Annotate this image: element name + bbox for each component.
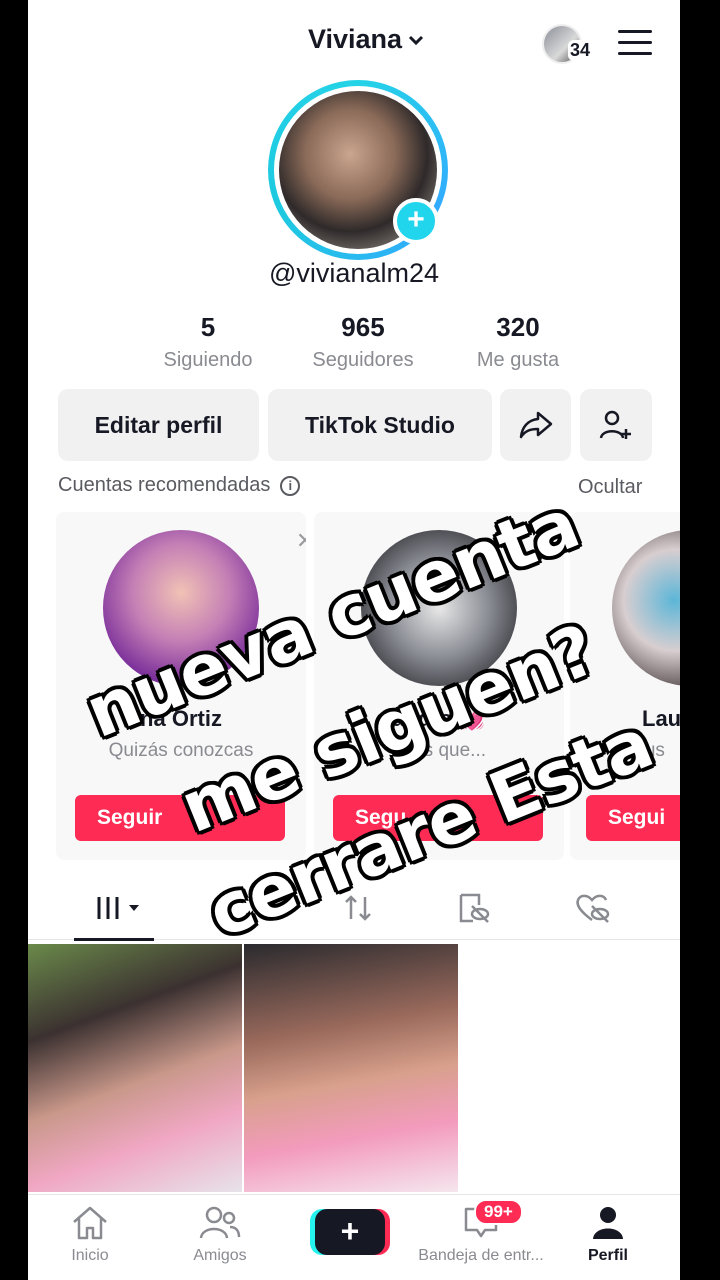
stat-value: 965 <box>341 312 385 342</box>
stat-followers[interactable]: 965 Seguidores <box>293 312 433 372</box>
stat-following[interactable]: 5 Siguiendo <box>138 312 278 372</box>
nav-label: Perfil <box>587 1247 628 1264</box>
nav-label: Inicio <box>71 1247 109 1264</box>
share-arrow-icon <box>519 411 552 439</box>
stat-label: Me gusta <box>476 349 560 371</box>
recommended-card[interactable]: Lau De tus Segui <box>570 512 680 860</box>
recommended-name: na Ortiz <box>140 706 222 731</box>
recommended-name: Lau <box>642 706 680 731</box>
hidden-heart-icon <box>576 894 610 923</box>
profile-screen: Viviana 34 + @vivianalm24 5 Siguiendo 96… <box>28 0 680 1280</box>
nav-label: Amigos <box>193 1247 247 1264</box>
nav-friends[interactable]: Amigos <box>160 1201 280 1265</box>
close-icon[interactable]: ✕ <box>296 528 306 554</box>
profile-icon <box>593 1207 623 1239</box>
recommended-card[interactable]: ✕ na Ortiz Quizás conozcas Seguir <box>56 512 306 860</box>
recommended-reason: onas que... <box>391 740 487 761</box>
recommended-card[interactable]: andra 💓 onas que... Segu <box>314 512 564 860</box>
following-badge-count: 34 <box>568 40 593 61</box>
hide-recommended-button[interactable]: Ocultar <box>578 476 642 499</box>
tab-liked[interactable] <box>563 888 623 928</box>
friends-icon <box>199 1206 241 1239</box>
add-story-plus-icon[interactable]: + <box>393 198 439 244</box>
stats-row: 5 Siguiendo 965 Seguidores 320 Me gusta <box>138 312 588 372</box>
account-name: Viviana <box>308 24 403 54</box>
inbox-badge: 99+ <box>474 1199 523 1225</box>
recommended-title: Cuentas recomendadas <box>58 474 271 496</box>
account-switcher[interactable]: Viviana <box>308 24 426 55</box>
recommended-name: andra 💓 <box>392 706 486 731</box>
profile-handle: @vivianalm24 <box>269 258 439 288</box>
hidden-eye-icon <box>459 893 490 923</box>
video-thumbnail[interactable] <box>244 944 458 1192</box>
add-user-icon <box>599 410 631 439</box>
chevron-down-icon <box>409 35 424 45</box>
recommended-avatar <box>361 530 517 686</box>
stat-label: Seguidores <box>312 349 414 371</box>
recommended-reason: De tus <box>610 740 665 761</box>
stat-value: 5 <box>200 312 216 342</box>
recommended-avatar <box>103 530 259 686</box>
video-thumbnail[interactable] <box>28 944 242 1192</box>
recommended-reason: Quizás conozcas <box>108 740 254 761</box>
edit-profile-button[interactable]: Editar perfil <box>58 389 259 461</box>
follow-button[interactable]: Segu <box>333 795 543 841</box>
bottom-navigation: Inicio Amigos + Bandeja de entr... 99+ P… <box>28 1194 680 1280</box>
share-profile-button[interactable] <box>500 389 571 461</box>
add-friend-button[interactable] <box>580 389 652 461</box>
active-tab-indicator <box>74 938 154 941</box>
recommended-avatar <box>612 530 680 686</box>
tiktok-studio-button[interactable]: TikTok Studio <box>268 389 492 461</box>
profile-tabs <box>28 876 680 941</box>
create-button[interactable]: + <box>315 1209 385 1255</box>
menu-icon[interactable] <box>618 30 652 56</box>
follow-button[interactable]: Seguir <box>75 795 285 841</box>
info-icon[interactable]: i <box>280 475 301 496</box>
nav-home[interactable]: Inicio <box>30 1201 150 1265</box>
nav-label: Bandeja de entr... <box>418 1247 544 1264</box>
tab-reposts[interactable] <box>328 888 388 928</box>
stat-value: 320 <box>496 312 540 342</box>
grid-icon <box>97 897 139 919</box>
nav-profile[interactable]: Perfil <box>548 1201 668 1265</box>
follow-button[interactable]: Segui <box>586 795 680 841</box>
home-icon <box>73 1206 107 1240</box>
repost-icon <box>345 895 371 921</box>
tab-videos[interactable] <box>76 888 166 928</box>
recommended-header: Cuentas recomendadas i <box>58 474 301 497</box>
tab-private[interactable] <box>443 888 503 928</box>
stat-label: Siguiendo <box>163 349 253 371</box>
stat-likes[interactable]: 320 Me gusta <box>448 312 588 372</box>
top-bar: Viviana 34 <box>28 0 680 84</box>
